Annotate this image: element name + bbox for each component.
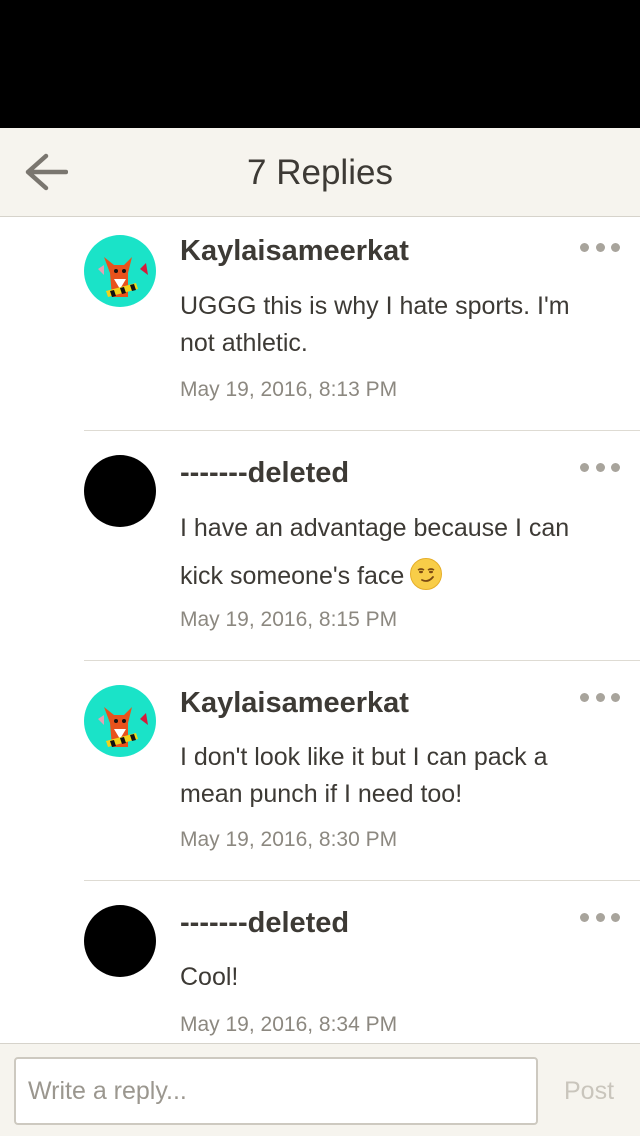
reply-item: Kaylaisameerkat UGGG this is why I hate … bbox=[84, 217, 640, 431]
reply-input[interactable] bbox=[14, 1057, 538, 1125]
reply-timestamp: May 19, 2016, 8:13 PM bbox=[180, 378, 398, 401]
dot-icon bbox=[595, 692, 605, 702]
status-bar bbox=[0, 0, 640, 128]
reply-item: -------deleted I have an advantage becau… bbox=[84, 431, 640, 661]
dot-icon bbox=[580, 242, 589, 252]
dot-icon bbox=[595, 912, 605, 922]
back-button[interactable] bbox=[20, 146, 72, 198]
replies-list[interactable]: Kaylaisameerkat UGGG this is why I hate … bbox=[0, 217, 640, 1043]
header: 7 Replies bbox=[0, 128, 640, 217]
username[interactable]: -------deleted bbox=[180, 907, 349, 940]
smirking-face-emoji bbox=[410, 558, 443, 590]
reply-text: I have an advantage because I can kick s… bbox=[180, 504, 600, 600]
fox-avatar-art bbox=[98, 257, 148, 297]
reply-timestamp: May 19, 2016, 8:30 PM bbox=[180, 828, 398, 851]
dot-icon bbox=[611, 462, 620, 472]
more-options-button[interactable] bbox=[580, 239, 620, 255]
reply-text: Cool! bbox=[180, 963, 239, 991]
black-avatar[interactable] bbox=[84, 905, 156, 977]
dot-icon bbox=[595, 242, 605, 252]
post-button[interactable]: Post bbox=[548, 1057, 630, 1125]
username[interactable]: -------deleted bbox=[180, 457, 349, 490]
more-options-button[interactable] bbox=[580, 459, 620, 475]
fox-avatar-art bbox=[98, 707, 148, 747]
dot-icon bbox=[580, 692, 589, 702]
fox-avatar[interactable] bbox=[84, 235, 156, 307]
fox-avatar[interactable] bbox=[84, 685, 156, 757]
more-options-button[interactable] bbox=[580, 909, 620, 925]
dot-icon bbox=[595, 462, 605, 472]
reply-composer: Post bbox=[0, 1043, 640, 1136]
username[interactable]: Kaylaisameerkat bbox=[180, 687, 409, 720]
reply-item: Kaylaisameerkat I don't look like it but… bbox=[84, 661, 640, 881]
reply-item: -------deleted Cool! May 19, 2016, 8:34 … bbox=[84, 881, 640, 1043]
username[interactable]: Kaylaisameerkat bbox=[180, 235, 409, 268]
black-avatar[interactable] bbox=[84, 455, 156, 527]
reply-text: UGGG this is why I hate sports. I'm not … bbox=[180, 292, 570, 357]
arrow-left-icon bbox=[25, 153, 68, 191]
dot-icon bbox=[611, 912, 620, 922]
reply-text-content: I have an advantage because I can kick s… bbox=[180, 514, 570, 590]
dot-icon bbox=[580, 912, 589, 922]
reply-timestamp: May 19, 2016, 8:34 PM bbox=[180, 1013, 398, 1036]
dot-icon bbox=[580, 462, 589, 472]
dot-icon bbox=[611, 692, 620, 702]
reply-timestamp: May 19, 2016, 8:15 PM bbox=[180, 608, 398, 631]
page-title: 7 Replies bbox=[247, 153, 393, 192]
more-options-button[interactable] bbox=[580, 689, 620, 705]
reply-text: I don't look like it but I can pack a me… bbox=[180, 743, 548, 808]
dot-icon bbox=[611, 242, 620, 252]
